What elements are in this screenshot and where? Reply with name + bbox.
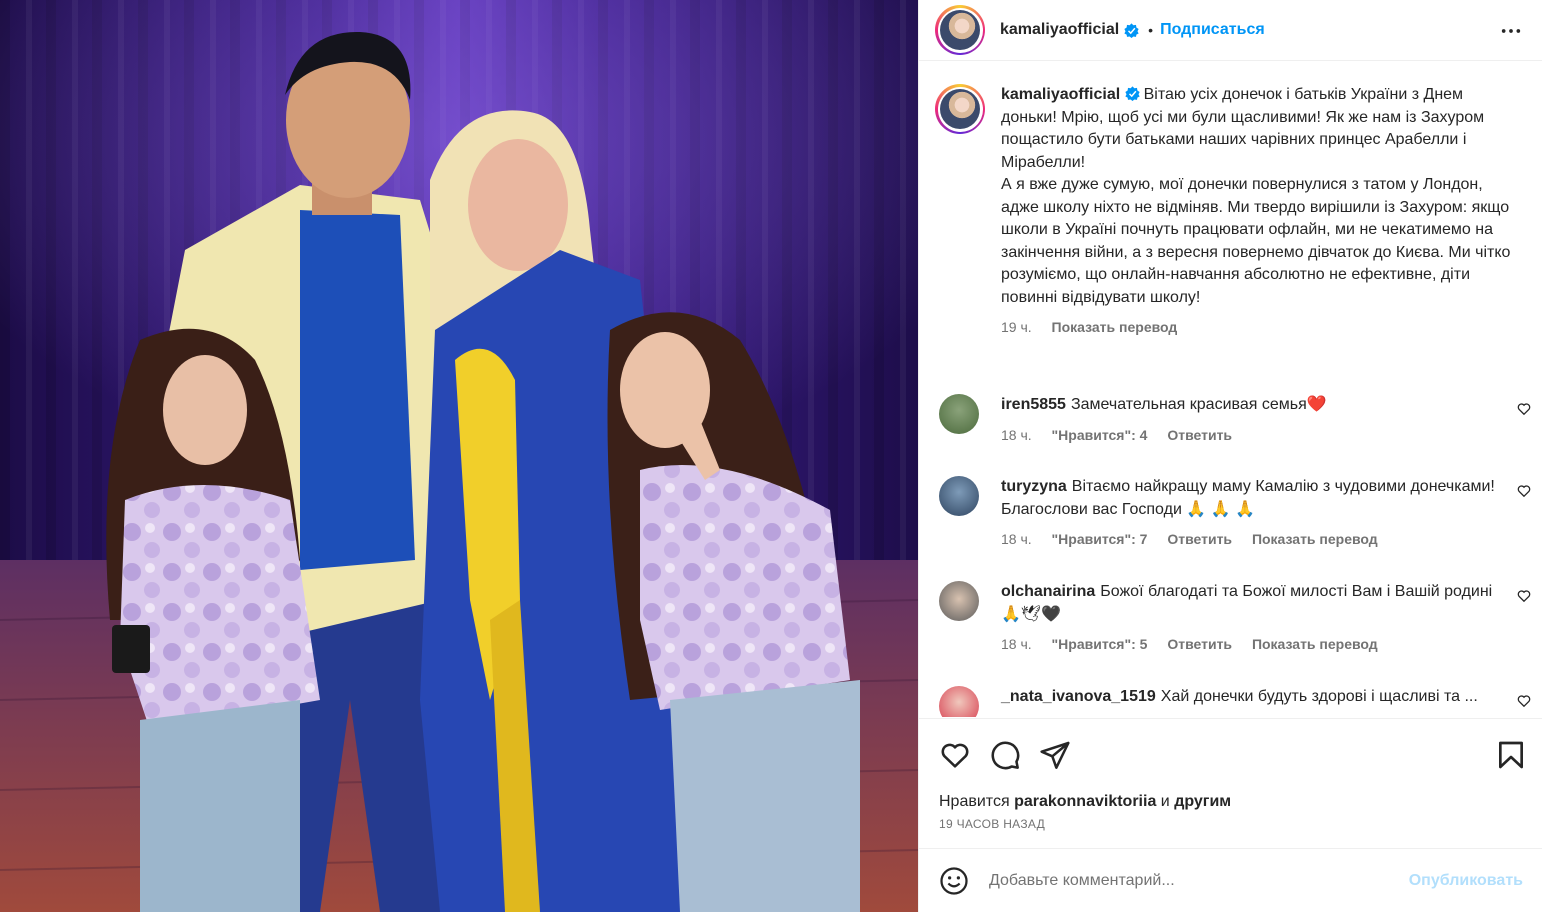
commenter-username[interactable]: iren5855: [1001, 396, 1066, 413]
comment-text: Хай донечки будуть здорові і щасливі та …: [1160, 688, 1478, 705]
comment-like-heart-icon[interactable]: [1517, 484, 1531, 498]
likes-conj: и: [1160, 793, 1170, 810]
likes-summary: Нравится parakonnaviktoriia и другим: [939, 793, 1231, 811]
translate-button[interactable]: Показать перевод: [1052, 319, 1178, 335]
separator-dot: •: [1148, 22, 1154, 38]
post-photo[interactable]: [0, 0, 918, 912]
commenter-avatar[interactable]: [939, 476, 979, 516]
comments-section[interactable]: kamaliyaofficial Вітаю усіх донечок і ба…: [919, 62, 1542, 717]
comment-time: 18 ч.: [1001, 426, 1032, 443]
comment-likes[interactable]: "Нравится": 5: [1052, 636, 1148, 652]
commenter-avatar[interactable]: [939, 686, 979, 717]
commenter-username[interactable]: turyzyna: [1001, 478, 1067, 495]
caption-meta: 19 ч. Показать перевод: [1001, 319, 1521, 335]
comment-icon[interactable]: [989, 739, 1021, 771]
comment-like-heart-icon[interactable]: [1517, 402, 1531, 416]
author-avatar[interactable]: [935, 5, 985, 55]
more-icon[interactable]: [1499, 20, 1523, 42]
follow-button[interactable]: Подписаться: [1160, 21, 1265, 39]
post-side-panel: kamaliyaofficial • Подписаться kamaliyao…: [918, 0, 1542, 912]
comment-item: olchanairina Божої благодаті та Божої мил…: [935, 581, 1535, 652]
post-timestamp[interactable]: 19 ЧАСОВ НАЗАД: [939, 817, 1045, 831]
verified-badge-icon: [1124, 22, 1139, 38]
reply-button[interactable]: Ответить: [1167, 636, 1232, 652]
caption-text-block: kamaliyaofficial Вітаю усіх донечок і ба…: [1001, 84, 1521, 309]
comment-time: 18 ч.: [1001, 531, 1032, 547]
comment-item: _nata_ivanova_1519 Хай донечки будуть здо…: [935, 686, 1535, 717]
comment-likes[interactable]: "Нравится": 7: [1052, 531, 1148, 547]
comment-like-heart-icon[interactable]: [1517, 694, 1531, 708]
post-dialog: kamaliyaofficial • Подписаться kamaliyao…: [0, 0, 1542, 912]
comment-time: 18 ч.: [1001, 636, 1032, 652]
commenter-username[interactable]: _nata_ivanova_1519: [1001, 688, 1156, 705]
comment-text: Вітаємо найкращу маму Камалію з чудовими…: [1001, 478, 1495, 518]
author-username[interactable]: kamaliyaofficial: [1000, 21, 1119, 39]
likes-prefix: Нравится: [939, 793, 1010, 810]
translate-button[interactable]: Показать перевод: [1252, 636, 1378, 652]
commenter-avatar[interactable]: [939, 581, 979, 621]
comment-input[interactable]: [989, 871, 1389, 890]
likes-user[interactable]: parakonnaviktoriia: [1014, 793, 1156, 810]
verified-badge-icon: [1125, 86, 1140, 101]
emoji-icon[interactable]: [939, 866, 969, 896]
translate-button[interactable]: Показать перевод: [1252, 531, 1378, 547]
comment-text: Замечательная красивая семья❤️: [1070, 396, 1327, 413]
comment-likes[interactable]: "Нравится": 4: [1052, 427, 1148, 443]
post-actions: Нравится parakonnaviktoriia и другим 19 …: [919, 718, 1542, 831]
post-header: kamaliyaofficial • Подписаться: [919, 0, 1542, 61]
photo-image: [0, 0, 918, 912]
caption-time: 19 ч.: [1001, 319, 1032, 335]
reply-button[interactable]: Ответить: [1167, 531, 1232, 547]
caption-avatar[interactable]: [935, 84, 985, 134]
commenter-username[interactable]: olchanairina: [1001, 583, 1095, 600]
heart-icon[interactable]: [939, 739, 971, 771]
likes-others[interactable]: другим: [1174, 793, 1231, 810]
commenter-avatar[interactable]: [939, 394, 979, 434]
reply-button[interactable]: Ответить: [1167, 427, 1232, 443]
add-comment-bar: Опубликовать: [919, 848, 1542, 912]
send-icon[interactable]: [1039, 739, 1071, 771]
comment-like-heart-icon[interactable]: [1517, 589, 1531, 603]
post-caption: kamaliyaofficial Вітаю усіх донечок і ба…: [935, 84, 1535, 335]
publish-button[interactable]: Опубликовать: [1409, 872, 1523, 890]
caption-text: Вітаю усіх донечок і батьків України з Д…: [1001, 86, 1511, 306]
caption-username[interactable]: kamaliyaofficial: [1001, 86, 1120, 103]
comment-item: iren5855 Замечательная красивая семья❤️ 1…: [935, 394, 1535, 443]
comment-item: turyzyna Вітаємо найкращу маму Камалію з …: [935, 476, 1535, 547]
bookmark-icon[interactable]: [1495, 739, 1527, 771]
